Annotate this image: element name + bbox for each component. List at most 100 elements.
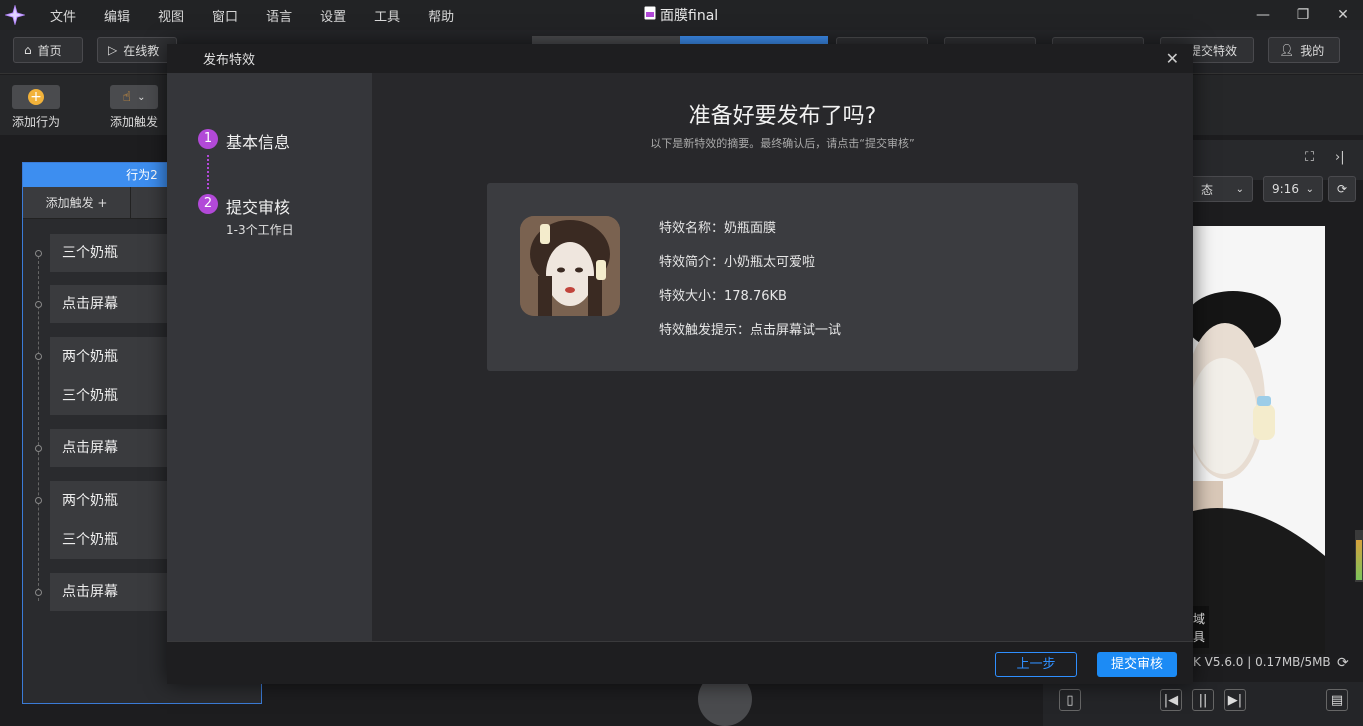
effect-trigger-hint: 特效触发提示：点击屏幕试一试: [659, 323, 842, 338]
version-size-text: K V5.6.0 | 0.17MB/5MB: [1193, 655, 1331, 669]
node-dot: [35, 250, 42, 257]
close-window-icon[interactable]: ✕: [1323, 0, 1363, 30]
step-connector: [207, 155, 209, 189]
add-trigger-label: 添加触发: [110, 115, 159, 129]
step-2-label[interactable]: 提交审核: [226, 194, 290, 218]
node-dot: [35, 445, 42, 452]
mine-label: 我的: [1300, 43, 1325, 58]
submit-review-button[interactable]: 提交审核: [1097, 652, 1177, 677]
dialog-content: 准备好要发布了吗? 以下是新特效的摘要。最终确认后，请点击“提交审核” 特效名称…: [372, 73, 1193, 641]
app-logo-icon: [0, 0, 30, 30]
preview-person-image: [1193, 226, 1325, 654]
node-item: 两个奶瓶: [62, 349, 118, 365]
step-1-label[interactable]: 基本信息: [226, 129, 290, 153]
phone-icon[interactable]: ▯: [1059, 689, 1081, 711]
effect-thumbnail: [520, 216, 620, 316]
window-title: 面膜final: [644, 5, 718, 25]
play-icon: ▷: [108, 43, 118, 57]
view-toggle-left[interactable]: [532, 36, 680, 44]
close-icon[interactable]: ✕: [1166, 49, 1179, 68]
node-group[interactable]: 两个奶瓶 三个奶瓶: [50, 337, 170, 415]
ratio-select[interactable]: 9:16 ⌄: [1263, 176, 1323, 202]
publish-effect-dialog: 发布特效 ✕ 1 基本信息 2 提交审核 1-3个工作日 准备好要发布了吗? 以…: [167, 44, 1193, 684]
step-sidebar: 1 基本信息 2 提交审核 1-3个工作日: [167, 73, 372, 641]
confirm-heading: 准备好要发布了吗?: [688, 104, 877, 129]
node-item: 两个奶瓶: [62, 493, 118, 509]
effect-size: 特效大小：178.76KB: [659, 289, 787, 304]
mode-select[interactable]: 态 ⌄: [1193, 176, 1253, 202]
chevron-down-icon: ⌄: [1235, 183, 1244, 195]
pause-icon[interactable]: ||: [1192, 689, 1214, 711]
tutorial-button[interactable]: ▷ 在线教: [97, 37, 177, 63]
user-icon: 👤︎: [1279, 43, 1295, 57]
menu-language[interactable]: 语言: [262, 6, 296, 25]
collapse-icon[interactable]: ›|: [1335, 150, 1345, 165]
node-item[interactable]: 点击屏幕: [50, 429, 170, 467]
dialog-footer: 上一步 提交审核: [167, 641, 1193, 684]
crop-icon[interactable]: ⛶: [1305, 150, 1314, 165]
tutorial-label: 在线教: [123, 43, 160, 58]
ratio-select-value: 9:16: [1272, 182, 1299, 196]
menu-view[interactable]: 视图: [154, 6, 188, 25]
node-dot: [35, 589, 42, 596]
node-item[interactable]: 三个奶瓶: [50, 234, 170, 272]
status-bar: K V5.6.0 | 0.17MB/5MB ⟳: [1193, 655, 1363, 671]
mine-button[interactable]: 👤︎ 我的: [1268, 37, 1340, 63]
minimize-icon[interactable]: —: [1243, 0, 1283, 30]
node-item[interactable]: 点击屏幕: [50, 285, 170, 323]
confirm-subheading: 以下是新特效的摘要。最终确认后，请点击“提交审核”: [650, 137, 915, 150]
step-1-number: 1: [198, 129, 218, 149]
node-dot: [35, 301, 42, 308]
home-button[interactable]: ⌂ 首页: [13, 37, 83, 63]
menu-file[interactable]: 文件: [46, 6, 80, 25]
node-dot: [35, 497, 42, 504]
window-controls: — ❐ ✕: [1243, 0, 1363, 30]
effect-intro: 特效简介：小奶瓶太可爱啦: [659, 255, 816, 270]
refresh-button[interactable]: ⟳: [1328, 176, 1356, 202]
chevron-down-icon: ⌄: [1305, 183, 1314, 195]
node-item: 三个奶瓶: [62, 388, 118, 404]
player-controls: ▯ |◀ || ▶| ▤: [1043, 682, 1363, 726]
step-2-duration: 1-3个工作日: [226, 223, 294, 237]
add-trigger-icon: ☝︎ ⌄: [110, 85, 158, 109]
document-icon: [644, 6, 656, 24]
previous-step-button[interactable]: 上一步: [995, 652, 1077, 677]
home-icon: ⌂: [24, 43, 32, 57]
node-item[interactable]: 点击屏幕: [50, 573, 170, 611]
home-label: 首页: [37, 43, 62, 58]
menu-help[interactable]: 帮助: [424, 6, 458, 25]
dialog-title: 发布特效: [203, 53, 256, 68]
add-trigger-button[interactable]: ☝︎ ⌄ 添加触发: [110, 85, 158, 130]
add-trigger-tab[interactable]: 添加触发 +: [23, 187, 131, 218]
skip-back-icon[interactable]: |◀: [1160, 689, 1182, 711]
effect-name: 特效名称：奶瓶面膜: [659, 221, 777, 236]
preview-canvas: 域 具: [1193, 226, 1325, 654]
behavior-title: 行为2: [126, 168, 158, 182]
add-behavior-icon: +: [12, 85, 60, 109]
menu-edit[interactable]: 编辑: [100, 6, 134, 25]
skip-forward-icon[interactable]: ▶|: [1224, 689, 1246, 711]
submit-effect-label: 提交特效: [1189, 43, 1238, 58]
preview-overlay-text: 域: [1193, 610, 1206, 627]
node-group[interactable]: 两个奶瓶 三个奶瓶: [50, 481, 170, 559]
preview-header: ⛶ ›|: [1193, 140, 1363, 180]
menu-settings[interactable]: 设置: [316, 6, 350, 25]
refresh-icon: ⟳: [1336, 182, 1348, 196]
step-2-number: 2: [198, 194, 218, 214]
summary-card: 特效名称：奶瓶面膜 特效简介：小奶瓶太可爱啦 特效大小：178.76KB 特效触…: [487, 183, 1078, 371]
window-title-text: 面膜final: [660, 8, 719, 24]
menu-bar: 文件 编辑 视图 窗口 语言 设置 工具 帮助 面膜final — ❐ ✕: [0, 0, 1363, 30]
node-item: 三个奶瓶: [62, 532, 118, 548]
node-dot: [35, 353, 42, 360]
restore-icon[interactable]: ❐: [1283, 0, 1323, 30]
file-icon[interactable]: ▤: [1326, 689, 1348, 711]
level-meter: [1355, 530, 1363, 582]
menu-tools[interactable]: 工具: [370, 6, 404, 25]
menu-window[interactable]: 窗口: [208, 6, 242, 25]
mode-select-value: 态: [1201, 182, 1214, 197]
add-behavior-button[interactable]: + 添加行为: [12, 85, 60, 130]
view-toggle-right[interactable]: [680, 36, 828, 44]
add-behavior-label: 添加行为: [12, 115, 61, 129]
sync-icon[interactable]: ⟳: [1337, 655, 1349, 671]
preview-overlay-text: 具: [1193, 628, 1206, 645]
